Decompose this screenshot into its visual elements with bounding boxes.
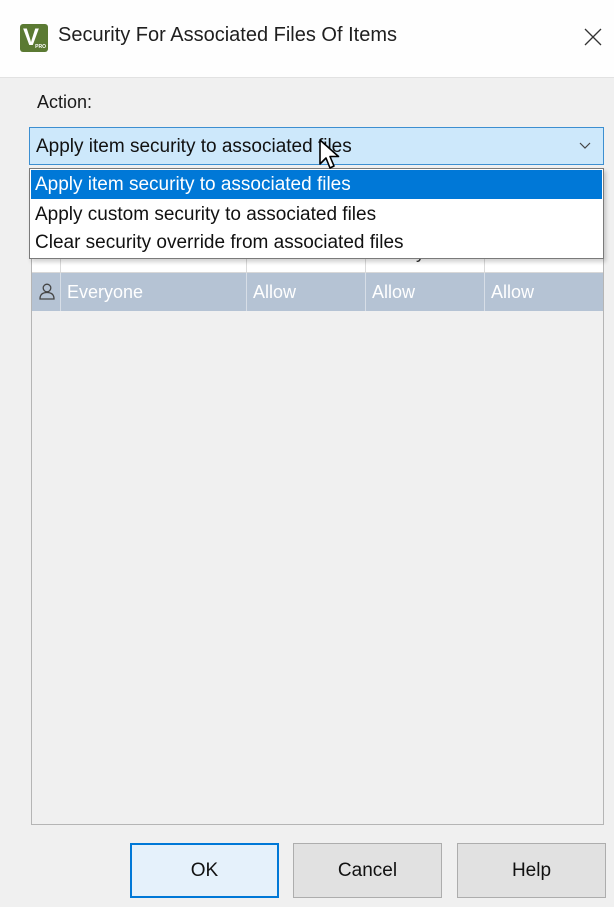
action-combobox[interactable]: Apply item security to associated files (29, 127, 604, 165)
permissions-table[interactable]: Name Read Modify Delete Everyone Allow A… (31, 231, 604, 825)
dropdown-option-clear-security-override[interactable]: Clear security override from associated … (31, 228, 602, 257)
dropdown-option-apply-custom-security[interactable]: Apply custom security to associated file… (31, 200, 602, 229)
dropdown-option-apply-item-security[interactable]: Apply item security to associated files (31, 170, 602, 199)
cell-modify: Allow (366, 273, 485, 311)
app-icon-sub: PRO (35, 44, 46, 50)
help-button[interactable]: Help (457, 843, 606, 898)
close-icon (584, 28, 602, 46)
action-dropdown-list[interactable]: Apply item security to associated files … (29, 168, 604, 259)
cell-read: Allow (247, 273, 366, 311)
table-row[interactable]: Everyone Allow Allow Allow (32, 273, 603, 311)
mouse-cursor-icon (319, 139, 340, 169)
window-title: Security For Associated Files Of Items (58, 24, 397, 46)
cell-name: Everyone (61, 273, 247, 311)
vault-app-icon: V PRO (20, 24, 48, 52)
row-icon-cell (32, 273, 61, 311)
cell-delete: Allow (491, 282, 535, 302)
action-label: Action: (37, 92, 93, 112)
close-button[interactable] (570, 14, 614, 62)
title-bar: V PRO Security For Associated Files Of I… (0, 0, 614, 78)
user-icon (39, 283, 55, 300)
action-combobox-value: Apply item security to associated files (36, 136, 352, 157)
cancel-button[interactable]: Cancel (293, 843, 442, 898)
chevron-down-icon (579, 142, 591, 149)
security-dialog: V PRO Security For Associated Files Of I… (0, 0, 614, 907)
ok-button[interactable]: OK (130, 843, 279, 898)
